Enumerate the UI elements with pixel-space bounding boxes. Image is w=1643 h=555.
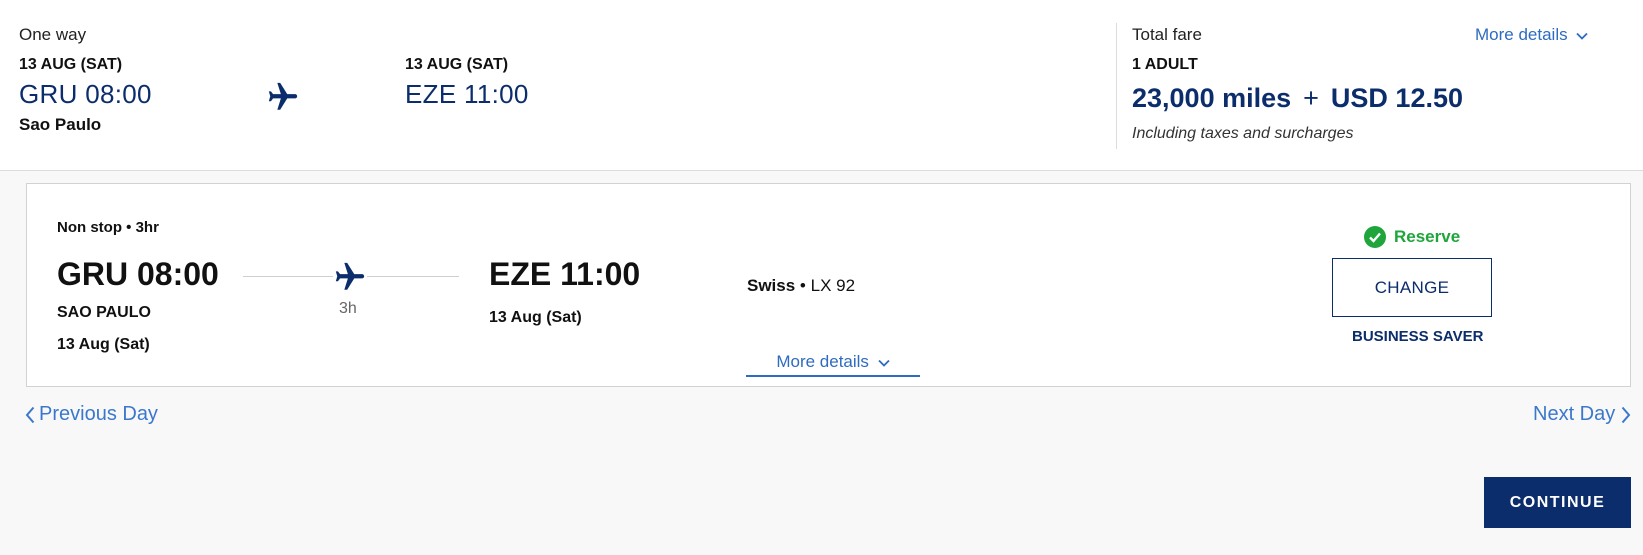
- card-departure-date: 13 Aug (Sat): [57, 336, 150, 353]
- arrival-airport-time: EZE 11:00: [405, 79, 529, 109]
- divider: [1116, 23, 1117, 149]
- change-fare-button[interactable]: CHANGE: [1332, 258, 1492, 317]
- check-circle-icon: [1364, 226, 1386, 248]
- chevron-left-icon: [25, 406, 35, 423]
- carrier-separator: •: [795, 276, 811, 295]
- fare-plus: +: [1303, 83, 1319, 113]
- reserve-label: Reserve: [1394, 227, 1461, 246]
- next-day-link[interactable]: Next Day: [1533, 403, 1631, 426]
- departure-airport-time: GRU 08:00: [19, 79, 152, 109]
- airline-name: Swiss: [747, 276, 796, 295]
- flight-more-details-label: More details: [776, 352, 869, 371]
- fare-amount: 23,000 miles + USD 12.50: [1132, 83, 1463, 114]
- airplane-icon: [268, 82, 298, 110]
- carrier-info: Swiss • LX 92: [747, 276, 855, 296]
- card-departure-city: SAO PAULO: [57, 304, 151, 321]
- chevron-down-icon: [1576, 32, 1588, 40]
- reserve-status: Reserve: [1364, 226, 1460, 248]
- card-departure-time: GRU 08:00: [57, 256, 219, 292]
- total-fare-title: Total fare: [1132, 25, 1202, 44]
- chevron-down-icon: [878, 359, 890, 367]
- flight-duration: 3h: [339, 300, 357, 317]
- passenger-count: 1 ADULT: [1132, 56, 1198, 73]
- trip-type: One way: [19, 25, 87, 44]
- stops-duration: Non stop • 3hr: [57, 219, 159, 236]
- arrival-date: 13 AUG (SAT): [405, 56, 509, 73]
- continue-button[interactable]: CONTINUE: [1484, 477, 1631, 528]
- fare-summary-header: One way 13 AUG (SAT) GRU 08:00 Sao Paulo…: [0, 0, 1643, 171]
- fare-cash: USD 12.50: [1330, 83, 1463, 113]
- airplane-icon: [333, 260, 367, 294]
- fare-more-details-link[interactable]: More details: [1475, 25, 1588, 45]
- next-day-label: Next Day: [1533, 403, 1616, 425]
- flight-card: Non stop • 3hr GRU 08:00 SAO PAULO 13 Au…: [26, 183, 1631, 387]
- previous-day-link[interactable]: Previous Day: [25, 403, 158, 426]
- card-arrival-time: EZE 11:00: [489, 256, 641, 292]
- previous-day-label: Previous Day: [39, 403, 158, 425]
- flight-more-details-link[interactable]: More details: [746, 348, 920, 377]
- fare-note: Including taxes and surcharges: [1132, 125, 1354, 142]
- card-arrival-date: 13 Aug (Sat): [489, 309, 582, 326]
- chevron-right-icon: [1621, 406, 1631, 423]
- fare-class: BUSINESS SAVER: [1352, 328, 1484, 345]
- flight-number: LX 92: [810, 276, 856, 295]
- departure-date: 13 AUG (SAT): [19, 56, 123, 73]
- fare-miles: 23,000 miles: [1132, 83, 1292, 113]
- fare-more-details-label: More details: [1475, 25, 1568, 44]
- departure-city: Sao Paulo: [19, 115, 102, 134]
